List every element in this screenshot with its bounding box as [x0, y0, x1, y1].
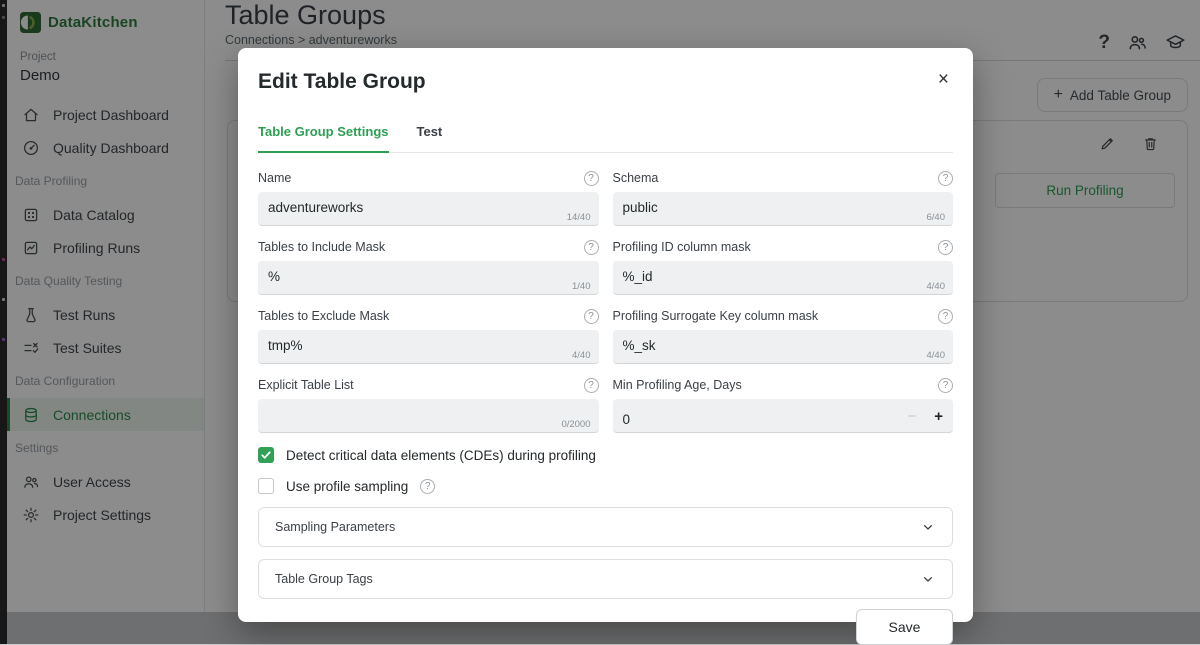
help-icon[interactable]: ? [420, 479, 435, 494]
field-explicit-table-list: Explicit Table List ? 0/2000 [258, 377, 599, 433]
field-name: Name ? 14/40 [258, 170, 599, 226]
check-icon [260, 449, 272, 461]
panel-label: Sampling Parameters [275, 520, 395, 534]
surrogate-key-mask-input[interactable] [613, 330, 954, 354]
field-surrogate-key-mask: Profiling Surrogate Key column mask ? 4/… [613, 308, 954, 364]
field-min-profiling-age: Min Profiling Age, Days ? − + [613, 377, 954, 433]
save-button[interactable]: Save [856, 609, 953, 645]
char-counter: 6/40 [927, 212, 946, 223]
char-counter: 14/40 [567, 212, 591, 223]
detect-cdes-label: Detect critical data elements (CDEs) dur… [286, 448, 596, 463]
field-label: Profiling Surrogate Key column mask [613, 309, 819, 323]
input-wrap: 6/40 [613, 192, 954, 226]
panel-label: Table Group Tags [275, 572, 373, 586]
field-label: Name [258, 171, 291, 185]
field-label: Schema [613, 171, 659, 185]
char-counter: 0/2000 [561, 419, 590, 430]
detect-cdes-checkbox[interactable] [258, 447, 274, 463]
exclude-mask-input[interactable] [258, 330, 599, 354]
char-counter: 4/40 [927, 281, 946, 292]
explicit-table-list-input[interactable] [258, 399, 599, 423]
min-profiling-age-input[interactable] [613, 404, 954, 428]
field-label: Tables to Exclude Mask [258, 309, 389, 323]
profile-sampling-row: Use profile sampling ? [258, 477, 953, 495]
help-icon[interactable]: ? [938, 240, 953, 255]
plus-icon[interactable]: + [934, 409, 943, 424]
input-wrap: 14/40 [258, 192, 599, 226]
tab-test[interactable]: Test [417, 124, 443, 152]
name-input[interactable] [258, 192, 599, 216]
char-counter: 1/40 [572, 281, 591, 292]
help-icon[interactable]: ? [938, 171, 953, 186]
modal-tabs: Table Group Settings Test [258, 124, 953, 153]
input-wrap: 4/40 [613, 261, 954, 295]
number-stepper: − + [907, 399, 943, 433]
help-icon[interactable]: ? [584, 309, 599, 324]
input-wrap: 4/40 [613, 330, 954, 364]
input-wrap: 4/40 [258, 330, 599, 364]
include-mask-input[interactable] [258, 261, 599, 285]
profile-sampling-checkbox[interactable] [258, 478, 274, 494]
field-schema: Schema ? 6/40 [613, 170, 954, 226]
help-icon[interactable]: ? [584, 240, 599, 255]
chevron-down-icon [920, 519, 936, 535]
minus-icon[interactable]: − [907, 409, 916, 424]
save-row: Save [258, 609, 953, 645]
field-profiling-id-mask: Profiling ID column mask ? 4/40 [613, 239, 954, 295]
chevron-down-icon [920, 571, 936, 587]
help-icon[interactable]: ? [938, 309, 953, 324]
form-grid: Name ? 14/40 Schema ? 6/40 Tables to Inc… [258, 157, 953, 433]
field-label: Explicit Table List [258, 378, 354, 392]
profile-sampling-label: Use profile sampling [286, 479, 408, 494]
table-group-tags-panel[interactable]: Table Group Tags [258, 559, 953, 599]
help-icon[interactable]: ? [584, 378, 599, 393]
input-wrap: 0/2000 [258, 399, 599, 433]
field-label: Min Profiling Age, Days [613, 378, 742, 392]
tab-table-group-settings[interactable]: Table Group Settings [258, 124, 389, 153]
field-label: Profiling ID column mask [613, 240, 751, 254]
detect-cdes-row: Detect critical data elements (CDEs) dur… [258, 446, 953, 464]
field-exclude-mask: Tables to Exclude Mask ? 4/40 [258, 308, 599, 364]
char-counter: 4/40 [572, 350, 591, 361]
input-wrap: 1/40 [258, 261, 599, 295]
edit-table-group-modal: Edit Table Group × Table Group Settings … [238, 48, 973, 622]
input-wrap: − + [613, 399, 954, 433]
field-include-mask: Tables to Include Mask ? 1/40 [258, 239, 599, 295]
help-icon[interactable]: ? [938, 378, 953, 393]
char-counter: 4/40 [927, 350, 946, 361]
field-label: Tables to Include Mask [258, 240, 385, 254]
profiling-id-mask-input[interactable] [613, 261, 954, 285]
help-icon[interactable]: ? [584, 171, 599, 186]
close-icon[interactable]: × [934, 66, 953, 93]
modal-title: Edit Table Group [258, 70, 953, 94]
sampling-parameters-panel[interactable]: Sampling Parameters [258, 507, 953, 547]
schema-input[interactable] [613, 192, 954, 216]
